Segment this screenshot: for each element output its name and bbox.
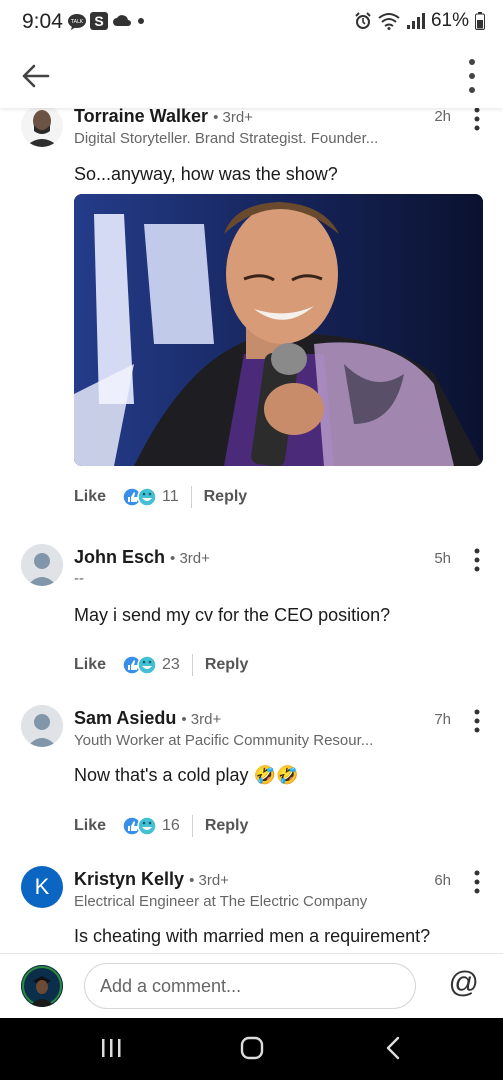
commenter-name[interactable]: Kristyn Kelly [74, 869, 184, 889]
comment-time: 6h [434, 872, 451, 889]
commenter-name[interactable]: Sam Asiedu [74, 708, 176, 728]
commenter-name-line[interactable]: Torraine Walker • 3rd+ [74, 108, 253, 127]
action-divider [191, 654, 193, 676]
alarm-icon [355, 12, 371, 29]
signal-icon [406, 13, 425, 29]
connection-degree: • 3rd+ [170, 550, 210, 567]
battery-icon [475, 12, 485, 30]
reaction-count[interactable]: 11 [162, 488, 179, 506]
reaction-count[interactable]: 23 [162, 656, 180, 674]
reaction-count[interactable]: 16 [162, 817, 180, 835]
profile-photo [21, 108, 63, 147]
commenter-headline: Electrical Engineer at The Electric Comp… [74, 893, 368, 910]
default-avatar-icon [21, 544, 63, 586]
avatar[interactable] [21, 544, 63, 586]
connection-degree: • 3rd+ [189, 872, 229, 889]
comment-text: So...anyway, how was the show? [74, 164, 338, 184]
comment-menu-icon[interactable] [471, 708, 483, 734]
reply-button[interactable]: Reply [205, 656, 249, 674]
app-bar [0, 44, 503, 108]
status-bar: 9:04 TALK S 61% [0, 0, 503, 44]
like-button[interactable]: Like [74, 817, 106, 835]
status-right: 61% [355, 10, 485, 32]
comment-time: 7h [434, 711, 451, 728]
comment-actions: Like 23 Reply [74, 654, 248, 676]
comment-menu-icon[interactable] [471, 869, 483, 895]
commenter-name[interactable]: John Esch [74, 547, 165, 567]
battery-percent: 61% [430, 10, 469, 31]
commenter-headline: -- [74, 570, 84, 587]
concert-photo [74, 194, 483, 466]
commenter-name-line[interactable]: John Esch • 3rd+ [74, 547, 210, 568]
wifi-icon [378, 13, 400, 30]
dot-icon [138, 18, 144, 24]
cloud-icon [113, 15, 131, 26]
action-divider [190, 486, 192, 508]
overflow-menu-icon[interactable] [467, 56, 477, 96]
comment-text: May i send my cv for the CEO position? [74, 605, 391, 625]
comment-item: Sam Asiedu • 3rd+ Youth Worker at Pacifi… [0, 705, 503, 865]
back-nav-icon[interactable] [384, 1036, 402, 1060]
add-comment-input[interactable]: Add a comment... [84, 963, 416, 1009]
reply-button[interactable]: Reply [204, 488, 248, 506]
comments-feed[interactable]: Torraine Walker • 3rd+ Digital Storytell… [0, 108, 503, 953]
comment-actions: Like 16 Reply [74, 815, 248, 837]
commenter-headline: Youth Worker at Pacific Community Resour… [74, 732, 374, 749]
reactions-icon[interactable] [122, 487, 158, 507]
talk-badge-label: TALK [70, 19, 84, 25]
commenter-name-line[interactable]: Kristyn Kelly • 3rd+ [74, 869, 229, 890]
default-avatar-icon [21, 705, 63, 747]
comment-actions: Like 11 Reply [74, 486, 247, 508]
comment-text: Is cheating with married men a requireme… [74, 926, 431, 946]
my-profile-photo [21, 965, 63, 1007]
my-avatar[interactable] [21, 965, 63, 1007]
comment-item: John Esch • 3rd+ -- 5h May i send my cv … [0, 544, 503, 704]
like-button[interactable]: Like [74, 488, 106, 506]
recent-apps-icon[interactable] [100, 1036, 122, 1060]
commenter-headline: Digital Storyteller. Brand Strategist. F… [74, 130, 379, 147]
comment-menu-icon[interactable] [471, 108, 483, 132]
comment-time: 5h [434, 550, 451, 567]
comment-composer: Add a comment... @ [0, 953, 503, 1019]
avatar[interactable] [21, 108, 63, 147]
mention-button[interactable]: @ [449, 966, 479, 1000]
commenter-name-line[interactable]: Sam Asiedu • 3rd+ [74, 708, 221, 729]
back-arrow-icon[interactable] [18, 58, 54, 94]
system-nav-bar [0, 1018, 503, 1080]
comment-time: 2h [434, 108, 451, 125]
action-divider [191, 815, 193, 837]
avatar[interactable]: K [21, 866, 63, 908]
avatar[interactable] [21, 705, 63, 747]
comment-image[interactable] [74, 194, 483, 466]
reactions-icon[interactable] [122, 816, 158, 836]
reactions-icon[interactable] [122, 655, 158, 675]
comment-menu-icon[interactable] [471, 547, 483, 573]
like-button[interactable]: Like [74, 656, 106, 674]
talk-chat-icon: TALK [68, 14, 86, 30]
connection-degree: • 3rd+ [213, 109, 253, 126]
comment-item: Torraine Walker • 3rd+ Digital Storytell… [0, 108, 503, 540]
reply-button[interactable]: Reply [205, 817, 249, 835]
connection-degree: • 3rd+ [181, 711, 222, 728]
comment-item: K Kristyn Kelly • 3rd+ Electrical Engine… [0, 866, 503, 953]
comment-text: Now that's a cold play 🤣🤣 [74, 765, 299, 785]
home-icon[interactable] [240, 1036, 264, 1060]
s-app-icon: S [90, 12, 108, 30]
commenter-name[interactable]: Torraine Walker [74, 108, 208, 126]
